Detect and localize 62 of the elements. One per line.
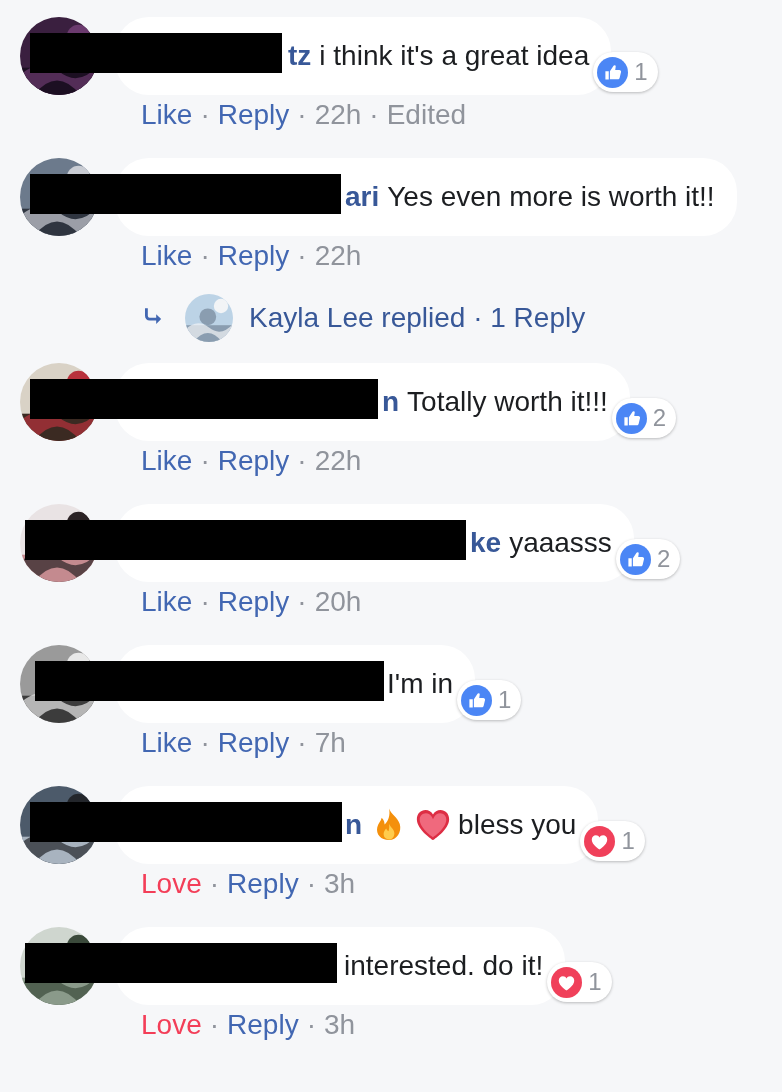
separator: · — [200, 586, 210, 618]
react-link[interactable]: Love — [141, 868, 202, 900]
reply-link[interactable]: Reply — [227, 1009, 299, 1041]
reaction-count[interactable]: 1 — [547, 962, 612, 1002]
react-link[interactable]: Like — [141, 586, 193, 618]
react-link[interactable]: Like — [141, 240, 193, 272]
separator: · — [306, 1009, 316, 1041]
comment-text: interested. do it! — [344, 950, 544, 982]
edited-label: Edited — [386, 99, 467, 131]
reply-link[interactable]: Reply — [217, 240, 290, 272]
separator: · — [306, 868, 316, 900]
timestamp[interactable]: 22h — [314, 445, 362, 477]
author-link[interactable]: n — [382, 386, 400, 418]
reaction-number: 2 — [656, 545, 671, 573]
author-link[interactable]: ke — [470, 527, 502, 559]
react-link[interactable]: Love — [141, 1009, 202, 1041]
timestamp[interactable]: 7h — [314, 727, 346, 759]
replies-link[interactable]: Kayla Lee replied · 1 Reply — [249, 302, 586, 334]
reaction-number: 1 — [498, 686, 512, 714]
reply-link[interactable]: Reply — [217, 586, 290, 618]
comment-text: bless you — [458, 809, 577, 841]
timestamp[interactable]: 22h — [314, 99, 362, 131]
react-link[interactable]: Like — [141, 727, 193, 759]
separator: · — [200, 445, 210, 477]
comment-text: yaaasss — [509, 527, 612, 559]
reply-link[interactable]: Reply — [227, 868, 299, 900]
reaction-number: 1 — [588, 968, 602, 996]
reaction-count[interactable]: 2 — [615, 539, 681, 579]
timestamp[interactable]: 20h — [314, 586, 362, 618]
reply-link[interactable]: Reply — [217, 727, 290, 759]
comment-text: I'm in — [387, 668, 454, 700]
author-link[interactable]: n — [345, 809, 363, 841]
timestamp[interactable]: 3h — [323, 868, 356, 900]
timestamp[interactable]: 22h — [314, 240, 362, 272]
timestamp[interactable]: 3h — [323, 1009, 356, 1041]
reaction-count[interactable]: 2 — [611, 398, 677, 438]
comment-text: i think it's a great idea — [319, 40, 590, 72]
separator: · — [297, 445, 307, 477]
separator: · — [200, 99, 210, 131]
reply-link[interactable]: Reply — [217, 445, 290, 477]
separator: · — [297, 99, 307, 131]
reaction-number: 1 — [634, 58, 648, 86]
reply-link[interactable]: Reply — [217, 99, 290, 131]
separator: · — [297, 586, 307, 618]
author-link[interactable]: tz — [288, 40, 312, 72]
reaction-count[interactable]: 1 — [593, 52, 658, 92]
separator: · — [297, 727, 307, 759]
separator: · — [209, 868, 220, 900]
separator: · — [297, 240, 307, 272]
comment-text: Totally worth it!!! — [407, 386, 608, 418]
comment-text: Yes even more is worth it!! — [387, 181, 715, 213]
reaction-number: 1 — [621, 827, 635, 855]
separator: · — [209, 1009, 220, 1041]
author-link[interactable]: ari — [345, 181, 380, 213]
separator: · — [369, 99, 379, 131]
separator: · — [200, 727, 210, 759]
reaction-number: 2 — [652, 404, 667, 432]
separator: · — [200, 240, 210, 272]
react-link[interactable]: Like — [141, 99, 193, 131]
react-link[interactable]: Like — [141, 445, 193, 477]
reaction-count[interactable]: 1 — [580, 821, 645, 861]
reaction-count[interactable]: 1 — [457, 680, 522, 720]
